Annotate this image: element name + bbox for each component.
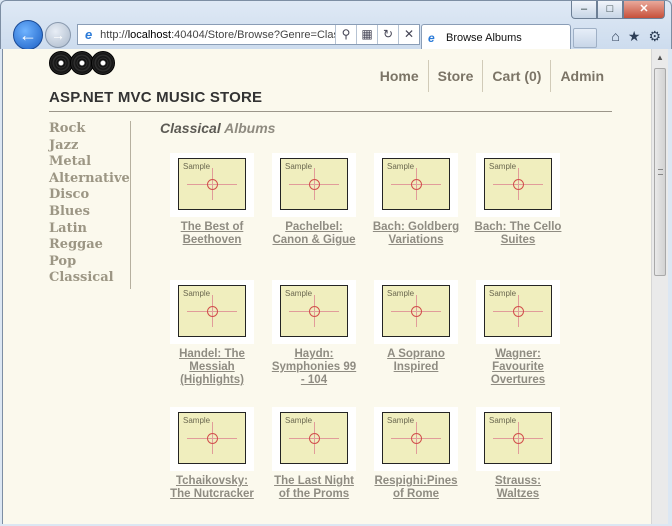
- site-logo[interactable]: [49, 51, 115, 75]
- album-title-link[interactable]: A Soprano Inspired: [371, 348, 461, 374]
- ie-tab-icon: e: [428, 30, 435, 45]
- refresh-icon[interactable]: ↻: [377, 25, 398, 44]
- address-bar[interactable]: e http://localhost:40404/Store/Browse?Ge…: [77, 24, 420, 45]
- record-disc-icon: [91, 51, 115, 75]
- favorites-star-icon[interactable]: ★: [628, 28, 641, 45]
- tab-label: Browse Albums: [446, 31, 522, 44]
- search-icon[interactable]: ⚲: [335, 25, 356, 44]
- album-title-link[interactable]: Handel: The Messiah (Highlights): [167, 348, 257, 387]
- tab-browse-albums[interactable]: e Browse Albums: [421, 24, 571, 50]
- genre-link[interactable]: Latin: [49, 221, 130, 238]
- album-cover-placeholder[interactable]: Sample: [484, 412, 552, 464]
- arrow-left-icon: ←: [19, 24, 37, 45]
- menu-admin[interactable]: Admin: [550, 60, 613, 92]
- album-cover-placeholder[interactable]: Sample: [280, 285, 348, 337]
- vertical-scrollbar[interactable]: ▲: [651, 49, 668, 524]
- album-title-link[interactable]: The Best of Beethoven: [167, 221, 257, 247]
- forward-button[interactable]: →: [45, 22, 71, 48]
- close-window-button[interactable]: ✕: [623, 1, 665, 19]
- page-viewport: ASP.NET MVC MUSIC STORE Home Store Cart …: [2, 49, 668, 524]
- ie-page-icon: e: [84, 26, 93, 42]
- album-card[interactable]: Sample Haydn: Symphonies 99 - 104: [269, 280, 359, 387]
- album-cover-placeholder[interactable]: Sample: [280, 158, 348, 210]
- back-button[interactable]: ←: [13, 20, 43, 50]
- compatibility-icon[interactable]: ▦: [356, 25, 377, 44]
- album-cover-placeholder[interactable]: Sample: [382, 285, 450, 337]
- minimize-button[interactable]: –: [571, 1, 597, 19]
- album-title-link[interactable]: Respighi:Pines of Rome: [371, 475, 461, 501]
- site-title: ASP.NET MVC MUSIC STORE: [49, 89, 263, 106]
- album-card[interactable]: Sample Strauss: Waltzes: [473, 407, 563, 501]
- album-title-link[interactable]: Strauss: Waltzes: [473, 475, 563, 501]
- album-card[interactable]: Sample Wagner: Favourite Overtures: [473, 280, 563, 387]
- album-card[interactable]: Sample Tchaikovsky: The Nutcracker: [167, 407, 257, 501]
- album-title-link[interactable]: The Last Night of the Proms: [269, 475, 359, 501]
- genre-link[interactable]: Blues: [49, 204, 130, 221]
- menu-cart[interactable]: Cart (0): [482, 60, 550, 92]
- album-title-link[interactable]: Wagner: Favourite Overtures: [473, 348, 563, 387]
- genre-link[interactable]: Disco: [49, 187, 130, 204]
- header-divider: [49, 111, 612, 112]
- menu-home[interactable]: Home: [371, 60, 428, 92]
- gear-icon[interactable]: ⚙: [648, 28, 661, 45]
- scroll-up-arrow-icon[interactable]: ▲: [652, 49, 668, 66]
- genre-link[interactable]: Rock: [49, 121, 130, 138]
- window-controls: – □ ✕: [571, 1, 665, 19]
- album-title-link[interactable]: Pachelbel: Canon & Gigue: [269, 221, 359, 247]
- album-card[interactable]: Sample A Soprano Inspired: [371, 280, 461, 374]
- scroll-thumb[interactable]: [654, 68, 666, 276]
- album-cover-placeholder[interactable]: Sample: [382, 412, 450, 464]
- genre-menu: Rock Jazz Metal Alternative Disco Blues …: [49, 121, 131, 289]
- album-cover-placeholder[interactable]: Sample: [178, 412, 246, 464]
- heading-suffix: Albums: [224, 120, 276, 136]
- album-title-link[interactable]: Bach: Goldberg Variations: [371, 221, 461, 247]
- album-cover-placeholder[interactable]: Sample: [484, 158, 552, 210]
- album-card[interactable]: Sample Pachelbel: Canon & Gigue: [269, 153, 359, 247]
- menu-store[interactable]: Store: [427, 60, 483, 92]
- album-card[interactable]: Sample The Last Night of the Proms: [269, 407, 359, 501]
- browser-chrome: – □ ✕ ← → e http://localhost:40404/Store…: [0, 0, 672, 50]
- address-url[interactable]: http://localhost:40404/Store/Browse?Genr…: [100, 29, 335, 41]
- album-card[interactable]: Sample Respighi:Pines of Rome: [371, 407, 461, 501]
- album-cover-placeholder[interactable]: Sample: [382, 158, 450, 210]
- page-heading: Classical Albums: [160, 120, 275, 136]
- home-icon[interactable]: ⌂: [611, 28, 619, 45]
- maximize-button[interactable]: □: [597, 1, 623, 19]
- genre-link[interactable]: Metal: [49, 154, 130, 171]
- new-tab-button[interactable]: [573, 28, 597, 48]
- genre-link[interactable]: Pop: [49, 254, 130, 271]
- album-cover-placeholder[interactable]: Sample: [178, 158, 246, 210]
- album-card[interactable]: Sample Bach: The Cello Suites: [473, 153, 563, 247]
- album-cover-placeholder[interactable]: Sample: [280, 412, 348, 464]
- album-cover-placeholder[interactable]: Sample: [178, 285, 246, 337]
- arrow-right-icon: →: [51, 27, 65, 43]
- album-card[interactable]: Sample Bach: Goldberg Variations: [371, 153, 461, 247]
- main-menu: Home Store Cart (0) Admin: [371, 60, 613, 92]
- stop-icon[interactable]: ✕: [398, 25, 419, 44]
- album-title-link[interactable]: Bach: The Cello Suites: [473, 221, 563, 247]
- album-cover-placeholder[interactable]: Sample: [484, 285, 552, 337]
- genre-link[interactable]: Reggae: [49, 237, 130, 254]
- album-title-link[interactable]: Tchaikovsky: The Nutcracker: [167, 475, 257, 501]
- genre-link[interactable]: Alternative: [49, 171, 130, 188]
- album-title-link[interactable]: Haydn: Symphonies 99 - 104: [269, 348, 359, 387]
- album-card[interactable]: Sample Handel: The Messiah (Highlights): [167, 280, 257, 387]
- genre-link[interactable]: Classical: [49, 270, 130, 287]
- album-card[interactable]: Sample The Best of Beethoven: [167, 153, 257, 247]
- genre-link[interactable]: Jazz: [49, 138, 130, 155]
- heading-genre: Classical: [160, 120, 221, 136]
